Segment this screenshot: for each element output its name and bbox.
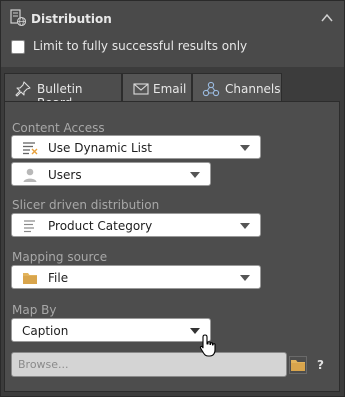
slicer-label: Slicer driven distribution (12, 198, 160, 212)
tab-label: Channels (225, 82, 281, 96)
tab-bulletin-board[interactable]: Bulletin Board (4, 73, 122, 110)
limit-row: Limit to fully successful results only (1, 35, 344, 67)
help-icon[interactable]: ? (317, 358, 324, 372)
chevron-down-icon (240, 145, 250, 151)
chevron-down-icon (240, 275, 250, 281)
slicer-value: Product Category (48, 219, 153, 233)
envelope-icon (133, 83, 149, 95)
user-icon (23, 168, 37, 182)
distribution-title: Distribution (31, 12, 112, 26)
chevron-up-icon[interactable] (320, 11, 334, 25)
folder-icon[interactable] (289, 356, 307, 374)
mapping-source-dropdown[interactable]: File (11, 265, 261, 289)
map-by-label: Map By (12, 303, 57, 317)
content-access-value: Use Dynamic List (48, 141, 152, 155)
folder-icon (23, 273, 37, 284)
pointer-cursor-icon (199, 334, 216, 357)
limit-checkbox[interactable] (11, 40, 25, 54)
distribution-icon (10, 9, 26, 27)
channels-icon (202, 81, 220, 97)
map-by-dropdown[interactable]: Caption (11, 318, 211, 342)
chevron-down-icon (240, 223, 250, 229)
mapping-source-value: File (48, 271, 69, 285)
tab-email[interactable]: Email (122, 73, 192, 102)
browse-input[interactable]: Browse... (11, 352, 287, 377)
distribution-panel: Distribution Limit to fully successful r… (0, 0, 345, 397)
content-access-label: Content Access (12, 121, 105, 135)
content-access-dropdown[interactable]: Use Dynamic List (11, 135, 261, 159)
users-dropdown[interactable]: Users (11, 162, 211, 186)
dynamic-list-icon (23, 142, 38, 155)
slicer-dropdown[interactable]: Product Category (11, 213, 261, 237)
pin-icon (15, 81, 31, 97)
chevron-down-icon (190, 172, 200, 178)
distribution-header[interactable]: Distribution (1, 1, 344, 35)
mapping-source-label: Mapping source (12, 250, 108, 264)
tab-channels[interactable]: Channels (192, 73, 282, 102)
users-value: Users (48, 168, 82, 182)
list-icon (24, 220, 35, 233)
map-by-value: Caption (22, 324, 69, 338)
tab-label: Email (153, 82, 187, 96)
limit-label: Limit to fully successful results only (33, 39, 248, 53)
bulletin-board-content: Content Access Use Dynamic List Users Sl… (4, 101, 340, 392)
